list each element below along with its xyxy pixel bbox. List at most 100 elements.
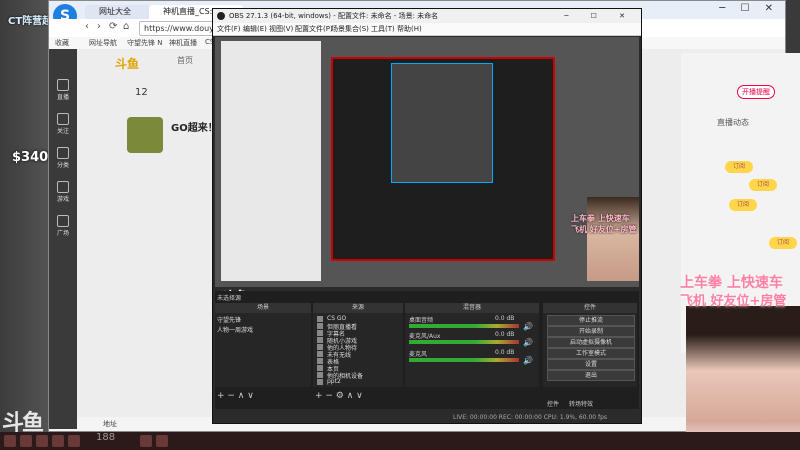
obs-window-controls[interactable]: ─ ☐ ✕ [564, 9, 635, 23]
obs-titlebar: OBS 27.1.3 (64-bit, windows) - 配置文件: 未命名… [213, 9, 641, 23]
dock-mixer-header: 混音器 [405, 303, 539, 313]
mixer-value: 0.0 dB [495, 349, 515, 356]
audio-meter [409, 340, 519, 344]
dock-scenes-header: 场景 [215, 303, 311, 313]
speaker-icon[interactable]: 🔊 [523, 322, 533, 331]
streamer-camera [686, 306, 800, 450]
studio-mode-button[interactable]: 工作室模式 [547, 348, 635, 359]
overlay-text-line2: 飞机 好友位+房管 [680, 294, 787, 309]
menu-edit[interactable]: 编辑(E) [243, 23, 267, 35]
obs-menubar: 文件(F) 编辑(E) 视图(V) 配置文件(P) 场景集合(S) 工具(T) … [213, 23, 641, 36]
taskbar-app-icon[interactable] [36, 435, 48, 447]
page-nav-home[interactable]: 首页 [177, 55, 193, 66]
sidebar-item-live[interactable]: 直播 [51, 77, 75, 101]
audio-mixer: 桌面音频 0.0 dB 麦克风/Aux 0.0 dB 麦克风 0.0 dB 🔊 … [405, 313, 539, 387]
preview-nested-inner [391, 63, 493, 183]
taskbar-app-icon[interactable] [20, 435, 32, 447]
dock-controls-header: 控件 [543, 303, 637, 313]
sidebar-item-follow[interactable]: 关注 [51, 111, 75, 135]
source-type-icon [317, 372, 323, 378]
audio-meter [409, 358, 519, 362]
settings-button[interactable]: 设置 [547, 359, 635, 370]
source-item[interactable]: CS GO [317, 315, 346, 322]
stop-streaming-button[interactable]: 停止推流 [547, 315, 635, 326]
mixer-label: 麦克风/Aux [409, 333, 441, 340]
dock-sources-header: 来源 [313, 303, 403, 313]
source-type-icon [317, 344, 323, 350]
start-recording-button[interactable]: 开始录制 [547, 326, 635, 337]
add-scene-button[interactable]: + − ∧ ∨ [217, 391, 254, 401]
menu-profile[interactable]: 配置文件(P) [295, 23, 333, 35]
overlay-text-line1: 上车拳 上快速车 [680, 275, 783, 291]
mixer-value: 0.0 dB [495, 331, 515, 338]
source-type-icon [317, 379, 323, 385]
source-item[interactable]: ppt2 [317, 378, 341, 385]
obs-logo-icon [217, 12, 225, 20]
taskbar-app-icon[interactable] [68, 435, 80, 447]
tab-controls[interactable]: 控件 [547, 399, 559, 408]
menu-help[interactable]: 帮助(H) [397, 23, 422, 35]
taskbar [0, 432, 800, 450]
avatar[interactable] [127, 117, 163, 153]
tab-transitions[interactable]: 转场特效 [569, 399, 593, 408]
sidebar-item-game[interactable]: 游戏 [51, 179, 75, 203]
scenes-list: 守望先锋 人物一周游戏 [215, 313, 311, 387]
menu-file[interactable]: 文件(F) [217, 23, 241, 35]
follow-icon [57, 113, 69, 125]
streamer-count: 12 [135, 87, 148, 98]
window-controls[interactable]: ─ ☐ ✕ [719, 3, 779, 14]
audio-meter [409, 324, 519, 328]
game-icon [57, 181, 69, 193]
subscribe-button[interactable]: 订阅 [769, 237, 797, 249]
exit-button[interactable]: 退出 [547, 370, 635, 381]
virtual-camera-button[interactable]: 启动虚拟摄像机 [547, 337, 635, 348]
obs-docks: 未选择源 场景 来源 混音器 控件 守望先锋 人物一周游戏 CS GO 但丽直播… [215, 291, 639, 409]
scene-item[interactable]: 人物一周游戏 [217, 325, 253, 334]
subscribe-button[interactable]: 订阅 [729, 199, 757, 211]
obs-window: OBS 27.1.3 (64-bit, windows) - 配置文件: 未命名… [212, 8, 642, 424]
subscribe-button[interactable]: 订阅 [725, 161, 753, 173]
bookmark-item[interactable]: 网址导航 [89, 38, 117, 48]
obs-preview[interactable]: 上车拳 上快速车 飞机 好友位+房管 斗鱼 [215, 37, 639, 306]
sidebar-item-square[interactable]: 广场 [51, 213, 75, 237]
taskbar-app-icon[interactable] [140, 435, 152, 447]
start-icon[interactable] [4, 435, 16, 447]
source-type-icon [317, 337, 323, 343]
bookmark-item[interactable]: 守望先锋 N [127, 38, 162, 48]
page-logo[interactable]: 斗鱼 [115, 55, 139, 72]
back-icon[interactable]: ‹ [85, 21, 89, 32]
scene-item[interactable]: 守望先锋 [217, 315, 241, 324]
subscribe-button[interactable]: 订阅 [749, 179, 777, 191]
notify-button[interactable]: 开播提醒 [737, 85, 775, 99]
menu-tools[interactable]: 工具(T) [371, 23, 395, 35]
page-footer-label: 地址 [103, 420, 117, 428]
bookmark-item[interactable]: 神机直播 [169, 38, 197, 48]
add-source-button[interactable]: + − ⚙ ∧ ∨ [315, 391, 363, 401]
game-team-text: CT阵营起 [8, 16, 53, 27]
sidebar-item-category[interactable]: 分类 [51, 145, 75, 169]
menu-view[interactable]: 视图(V) [269, 23, 293, 35]
mixer-label: 桌面音频 [409, 317, 434, 324]
speaker-icon[interactable]: 🔊 [523, 338, 533, 347]
preview-browser-capture [221, 41, 321, 281]
tab-home[interactable]: 网址大全 [85, 5, 159, 19]
live-icon [57, 79, 69, 91]
preview-overlay-text: 上车拳 上快速车 飞机 好友位+房管 [571, 214, 637, 234]
obs-statusbar: LIVE: 00:00:00 REC: 00:00:00 CPU: 1.9%, … [213, 413, 641, 423]
bookmark-item[interactable]: 收藏 [55, 38, 69, 48]
source-type-icon [317, 358, 323, 364]
source-type-icon [317, 316, 323, 322]
sources-list: CS GO 但丽直播看 字幕名 随机小游戏 他的人物待 未有无线 表格 本页 他… [313, 313, 403, 387]
menu-scene-collection[interactable]: 场景集合(S) [331, 23, 369, 35]
speaker-icon[interactable]: 🔊 [523, 356, 533, 365]
forward-icon[interactable]: › [97, 21, 101, 32]
taskbar-app-icon[interactable] [156, 435, 168, 447]
refresh-icon[interactable]: ⟳ [109, 21, 117, 32]
square-icon [57, 215, 69, 227]
controls-dock: 停止推流 开始录制 启动虚拟摄像机 工作室模式 设置 退出 控件 转场特效 [543, 313, 637, 408]
taskbar-app-icon[interactable] [52, 435, 64, 447]
taskbar-score: 188 [96, 432, 116, 443]
source-type-icon [317, 323, 323, 329]
mixer-value: 0.0 dB [495, 315, 515, 322]
home-icon[interactable]: ⌂ [123, 21, 129, 32]
